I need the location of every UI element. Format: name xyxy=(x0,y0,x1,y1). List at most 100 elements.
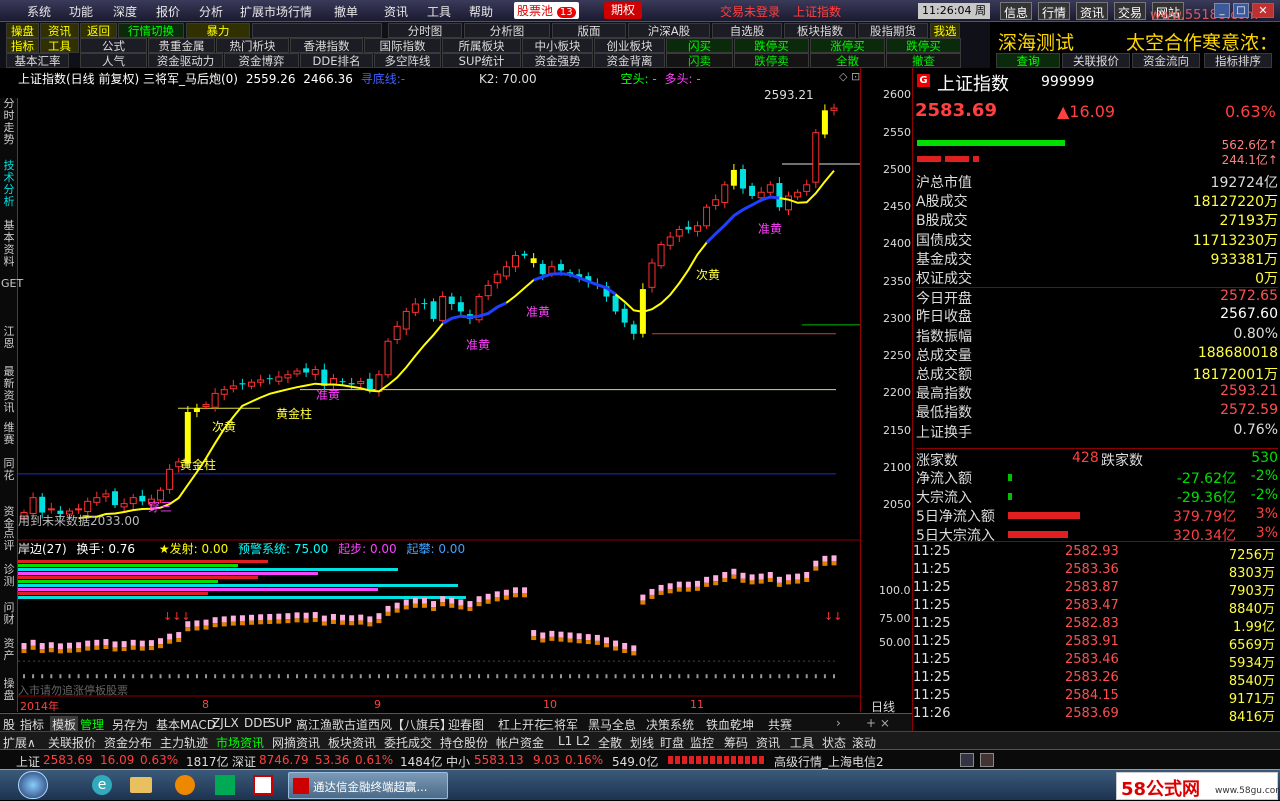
toolbar-btn[interactable]: 热门析块 xyxy=(216,38,289,53)
app-icon-2[interactable] xyxy=(215,775,235,795)
toolbar-btn[interactable]: 人气 xyxy=(80,53,147,68)
y-label: 2150 xyxy=(883,423,911,437)
media-icon[interactable] xyxy=(175,775,195,795)
side-tab[interactable]: 资产 xyxy=(1,638,17,662)
indicator-base xyxy=(532,674,535,679)
right-menu-item[interactable]: 信息 xyxy=(1000,2,1033,20)
options-button[interactable]: 期权 xyxy=(604,2,642,19)
chart-area[interactable]: 上证指数(日线 前复权) 三将军_马后炮(0) 2559.26 2466.36 … xyxy=(0,68,860,713)
toolbar-btn[interactable]: 指标 xyxy=(6,38,39,53)
toolbar-btn[interactable]: 资金博弈 xyxy=(224,53,299,68)
extended-tab[interactable]: L2 xyxy=(576,734,590,748)
formula-tab[interactable]: ZJLX xyxy=(212,716,239,730)
side-tab[interactable]: 江恩 xyxy=(1,326,17,350)
toolbar-btn[interactable]: 资金流向 xyxy=(1132,53,1200,68)
toolbar-btn[interactable]: 行情切换 xyxy=(118,23,184,38)
toolbar-btn[interactable]: 贵重金属 xyxy=(148,38,215,53)
kline-chart[interactable] xyxy=(0,68,860,712)
start-button[interactable] xyxy=(18,771,48,799)
side-tab[interactable]: 最新资讯 xyxy=(1,366,17,414)
toolbar-btn[interactable]: 资讯 xyxy=(40,23,79,38)
toolbar-btn[interactable]: DDE排名 xyxy=(300,53,373,68)
right-menu-item[interactable]: 交易 xyxy=(1114,2,1147,20)
menu-item[interactable]: 帮助 xyxy=(469,3,493,20)
close-button[interactable]: ✕ xyxy=(1252,3,1274,18)
toolbar-btn[interactable]: 撤查 xyxy=(886,53,961,68)
toolbar-btn[interactable]: 闪买 xyxy=(666,38,733,53)
ie-icon[interactable]: e xyxy=(92,775,112,795)
side-tab[interactable]: GET xyxy=(1,278,23,290)
app-icon-3[interactable] xyxy=(253,775,273,795)
server-name[interactable]: 高级行情_上海电信2 xyxy=(774,753,884,770)
toolbar-btn[interactable]: 中小板块 xyxy=(522,38,593,53)
toolbar-btn[interactable]: 所属板块 xyxy=(442,38,521,53)
toolbar-btn[interactable]: 自选股 xyxy=(712,23,782,38)
minimize-button[interactable]: _ xyxy=(1214,3,1230,18)
right-menu-item[interactable]: 行情 xyxy=(1038,2,1071,20)
menu-item[interactable]: 工具 xyxy=(427,3,451,20)
zoom-icons[interactable]: + ⨯ xyxy=(866,716,890,730)
toolbar-btn[interactable]: 基本汇率 xyxy=(6,53,69,68)
menu-item[interactable]: 深度 xyxy=(113,3,137,20)
toolbar-btn[interactable]: 公式 xyxy=(80,38,147,53)
stock-pool-button[interactable]: 股票池 13 xyxy=(514,2,579,19)
side-tab[interactable]: 分时走势 xyxy=(1,98,17,146)
menu-item[interactable]: 扩展市场行情 xyxy=(240,3,312,20)
toolbar-btn[interactable]: 分时图 xyxy=(388,23,462,38)
toolbar-btn[interactable]: 跌停卖 xyxy=(734,53,809,68)
toolbar-btn[interactable]: 跌停买 xyxy=(886,38,961,53)
toolbar-btn[interactable]: 沪深A股 xyxy=(628,23,710,38)
formula-tab[interactable]: SUP xyxy=(268,716,292,730)
side-tab[interactable]: 同花 xyxy=(1,458,17,482)
toolbar-btn[interactable]: 返回 xyxy=(80,23,117,38)
menu-item[interactable]: 分析 xyxy=(199,3,223,20)
toolbar-btn[interactable]: 多空阵线 xyxy=(374,53,441,68)
alarm-icon[interactable] xyxy=(980,753,994,767)
toolbar-btn[interactable]: 国际指数 xyxy=(364,38,441,53)
toolbar-btn[interactable]: 关联报价 xyxy=(1062,53,1130,68)
side-tab[interactable]: 维赛 xyxy=(1,422,17,446)
side-tab[interactable]: 点评 xyxy=(1,528,17,552)
toolbar-btn[interactable]: 查询 xyxy=(996,53,1060,68)
toolbar-btn[interactable]: 全散 xyxy=(810,53,885,68)
toolbar-btn[interactable]: 跌停买 xyxy=(734,38,809,53)
right-menu-item[interactable]: 资讯 xyxy=(1076,2,1109,20)
maximize-button[interactable]: □ xyxy=(1233,3,1249,18)
toolbar-btn[interactable]: 操盘 xyxy=(6,23,39,38)
toolbar-btn[interactable]: 暴力 xyxy=(186,23,250,38)
toolbar-btn[interactable]: 资金背离 xyxy=(594,53,665,68)
toolbar-btn[interactable]: 涨停买 xyxy=(810,38,885,53)
toolbar-btn[interactable]: 闪卖 xyxy=(666,53,733,68)
toolbar-btn[interactable]: 资金强势 xyxy=(522,53,593,68)
chart-settings-icon[interactable]: ◇ ⊡ xyxy=(839,70,860,83)
connection-icon[interactable] xyxy=(960,753,974,767)
menu-item[interactable]: 功能 xyxy=(69,3,93,20)
tabs-scroll-icon[interactable]: › xyxy=(836,716,841,730)
menu-item[interactable]: 撤单 xyxy=(334,3,358,20)
side-tab[interactable]: 诊测 xyxy=(1,564,17,588)
toolbar-btn[interactable]: 工具 xyxy=(40,38,79,53)
menu-item[interactable]: 资讯 xyxy=(384,3,408,20)
extended-tab[interactable]: L1 xyxy=(558,734,572,748)
menu-item[interactable]: 系统 xyxy=(27,3,51,20)
toolbar-btn[interactable]: SUP统计 xyxy=(442,53,521,68)
side-tab[interactable]: 基本资料 xyxy=(1,220,17,268)
side-tab[interactable]: 操盘 xyxy=(1,678,17,702)
taskbar-app[interactable]: 通达信金融终端超赢... xyxy=(288,772,448,799)
side-tab[interactable]: 问财 xyxy=(1,602,17,626)
toolbar-btn[interactable]: 分析图 xyxy=(464,23,550,38)
toolbar-btn[interactable]: 股指期货 xyxy=(858,23,928,38)
toolbar-btn[interactable]: 香港指数 xyxy=(290,38,363,53)
toolbar-btn[interactable]: 我选 xyxy=(930,23,960,38)
toolbar-btn[interactable]: 创业板块 xyxy=(594,38,665,53)
toolbar-btn[interactable]: 资金驱动力 xyxy=(148,53,223,68)
menu-item[interactable]: 报价 xyxy=(156,3,180,20)
toolbar-btn[interactable]: 版面 xyxy=(552,23,626,38)
folder-icon[interactable] xyxy=(130,777,152,793)
toolbar-btn[interactable] xyxy=(252,23,382,38)
formula-tab[interactable]: DDE xyxy=(244,716,270,730)
trade-status[interactable]: 交易未登录 xyxy=(720,3,780,20)
toolbar-btn[interactable]: 指标排序 xyxy=(1204,53,1272,68)
toolbar-btn[interactable]: 板块指数 xyxy=(784,23,856,38)
side-tab[interactable]: 技术分析 xyxy=(1,160,17,208)
